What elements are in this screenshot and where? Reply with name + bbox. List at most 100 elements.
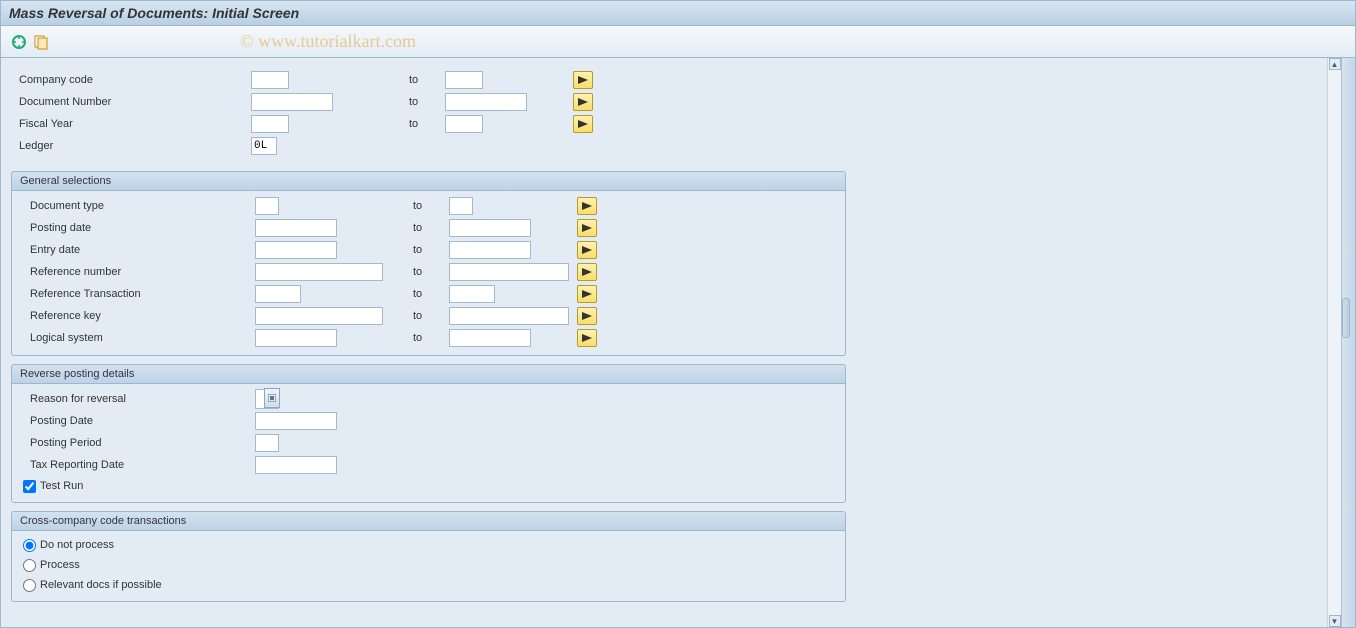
to-label: to — [413, 266, 449, 278]
multiselect-company-code[interactable] — [573, 71, 593, 89]
document-type-high[interactable] — [449, 197, 473, 215]
reference-key-high[interactable] — [449, 307, 569, 325]
to-label: to — [413, 200, 449, 212]
group-general-selections: General selections Document type to Post… — [11, 171, 846, 356]
reference-transaction-high[interactable] — [449, 285, 495, 303]
app-toolbar — [0, 26, 1356, 58]
fiscal-year-high[interactable] — [445, 115, 483, 133]
vertical-scrollbar-outer[interactable] — [1341, 58, 1355, 627]
label-ledger: Ledger — [16, 140, 251, 152]
label-test-run: Test Run — [40, 480, 83, 492]
variant-icon[interactable] — [33, 34, 49, 50]
entry-date-high[interactable] — [449, 241, 531, 259]
radio-do-not-process[interactable] — [23, 539, 36, 552]
label-reference-transaction: Reference Transaction — [20, 288, 255, 300]
row-logical-system: Logical system to — [20, 327, 837, 349]
document-number-high[interactable] — [445, 93, 527, 111]
multiselect-reference-number[interactable] — [577, 263, 597, 281]
to-label: to — [409, 118, 445, 130]
row-opt-process: Process — [20, 555, 837, 575]
label-reason-reversal: Reason for reversal — [20, 393, 255, 405]
label-company-code: Company code — [16, 74, 251, 86]
entry-date-low[interactable] — [255, 241, 337, 259]
row-opt-do-not-process: Do not process — [20, 535, 837, 555]
row-document-number: Document Number to — [16, 91, 1310, 113]
document-number-low[interactable] — [251, 93, 333, 111]
row-document-type: Document type to — [20, 195, 837, 217]
to-label: to — [413, 244, 449, 256]
vertical-scrollbar[interactable]: ▲ ▼ — [1327, 58, 1341, 627]
reference-transaction-low[interactable] — [255, 285, 301, 303]
multiselect-document-type[interactable] — [577, 197, 597, 215]
label-tax-reporting-date: Tax Reporting Date — [20, 459, 255, 471]
group-title-reverse: Reverse posting details — [12, 365, 845, 384]
company-code-high[interactable] — [445, 71, 483, 89]
multiselect-reference-transaction[interactable] — [577, 285, 597, 303]
multiselect-entry-date[interactable] — [577, 241, 597, 259]
row-posting-period: Posting Period — [20, 432, 837, 454]
multiselect-fiscal-year[interactable] — [573, 115, 593, 133]
multiselect-logical-system[interactable] — [577, 329, 597, 347]
scroll-down-icon[interactable]: ▼ — [1329, 615, 1341, 627]
label-reference-key: Reference key — [20, 310, 255, 322]
tax-reporting-date-input[interactable] — [255, 456, 337, 474]
label-reference-number: Reference number — [20, 266, 255, 278]
posting-period-input[interactable] — [255, 434, 279, 452]
group-cross-company: Cross-company code transactions Do not p… — [11, 511, 846, 602]
group-reverse-posting: Reverse posting details Reason for rever… — [11, 364, 846, 503]
to-label: to — [413, 332, 449, 344]
multiselect-posting-date[interactable] — [577, 219, 597, 237]
test-run-checkbox[interactable] — [23, 480, 36, 493]
row-entry-date: Entry date to — [20, 239, 837, 261]
radio-process[interactable] — [23, 559, 36, 572]
f4-help-icon[interactable] — [264, 388, 280, 408]
to-label: to — [409, 74, 445, 86]
row-reference-key: Reference key to — [20, 305, 837, 327]
label-fiscal-year: Fiscal Year — [16, 118, 251, 130]
label-posting-date: Posting date — [20, 222, 255, 234]
row-company-code: Company code to — [16, 69, 1310, 91]
company-code-low[interactable] — [251, 71, 289, 89]
row-test-run: Test Run — [20, 476, 837, 496]
document-type-low[interactable] — [255, 197, 279, 215]
logical-system-low[interactable] — [255, 329, 337, 347]
row-posting-date-single: Posting Date — [20, 410, 837, 432]
to-label: to — [413, 310, 449, 322]
row-reason-reversal: Reason for reversal — [20, 388, 837, 410]
label-document-number: Document Number — [16, 96, 251, 108]
group-title-general: General selections — [12, 172, 845, 191]
page-title-text: Mass Reversal of Documents: Initial Scre… — [9, 5, 299, 21]
row-posting-date: Posting date to — [20, 217, 837, 239]
label-relevant-docs: Relevant docs if possible — [40, 579, 162, 591]
scroll-up-icon[interactable]: ▲ — [1329, 58, 1341, 70]
row-fiscal-year: Fiscal Year to — [16, 113, 1310, 135]
posting-date-high[interactable] — [449, 219, 531, 237]
row-tax-reporting-date: Tax Reporting Date — [20, 454, 837, 476]
row-reference-number: Reference number to — [20, 261, 837, 283]
ledger-input[interactable] — [251, 137, 277, 155]
fiscal-year-low[interactable] — [251, 115, 289, 133]
label-process: Process — [40, 559, 80, 571]
page-title: Mass Reversal of Documents: Initial Scre… — [0, 0, 1356, 26]
to-label: to — [413, 288, 449, 300]
reference-number-high[interactable] — [449, 263, 569, 281]
reference-key-low[interactable] — [255, 307, 383, 325]
multiselect-reference-key[interactable] — [577, 307, 597, 325]
reference-number-low[interactable] — [255, 263, 383, 281]
posting-date-low[interactable] — [255, 219, 337, 237]
row-ledger: Ledger — [16, 135, 1310, 157]
to-label: to — [409, 96, 445, 108]
multiselect-document-number[interactable] — [573, 93, 593, 111]
radio-relevant-docs[interactable] — [23, 579, 36, 592]
posting-date-input[interactable] — [255, 412, 337, 430]
to-label: to — [413, 222, 449, 234]
scroll-grip[interactable] — [1342, 298, 1350, 338]
row-opt-relevant: Relevant docs if possible — [20, 575, 837, 595]
group-title-cross: Cross-company code transactions — [12, 512, 845, 531]
label-posting-date-single: Posting Date — [20, 415, 255, 427]
logical-system-high[interactable] — [449, 329, 531, 347]
label-document-type: Document type — [20, 200, 255, 212]
row-reference-transaction: Reference Transaction to — [20, 283, 837, 305]
top-selection-block: Company code to Document Number to — [6, 63, 1320, 163]
execute-icon[interactable] — [11, 34, 27, 50]
